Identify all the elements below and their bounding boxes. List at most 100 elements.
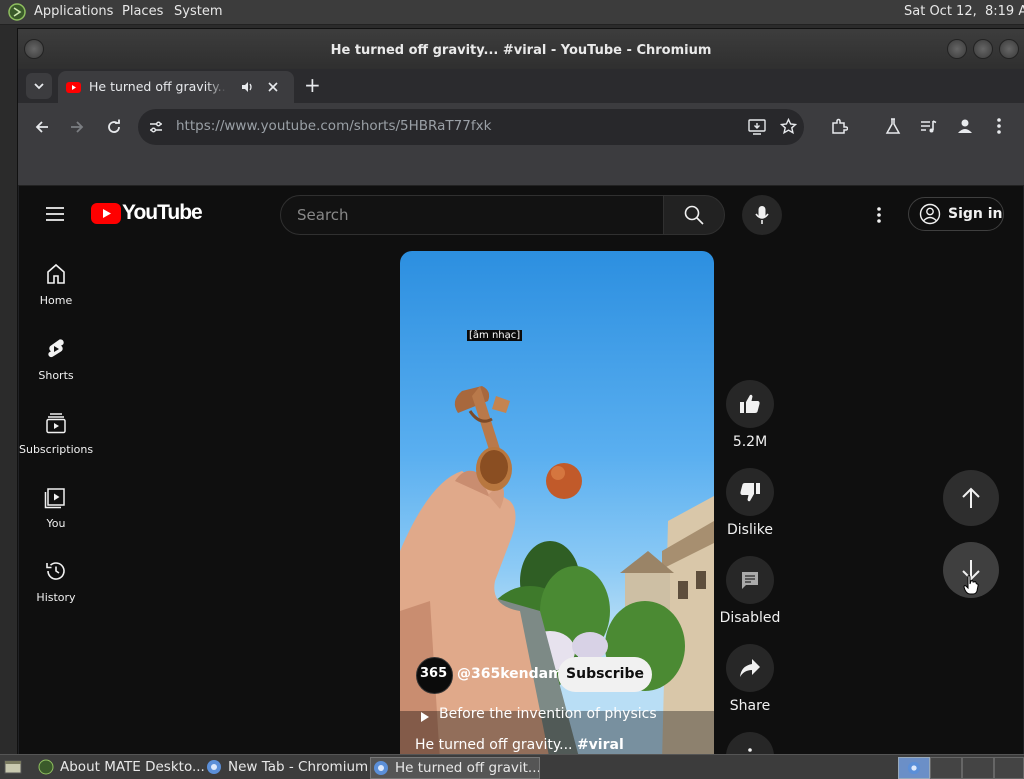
taskbar-item-youtube[interactable]: He turned off gravit... (370, 757, 540, 779)
top-panel: Applications Places System Sat Oct 12, 8… (0, 0, 1024, 25)
mate-icon (38, 759, 54, 775)
tab-title: He turned off gravity... #viral (89, 79, 227, 94)
play-sound-icon[interactable] (420, 708, 430, 727)
mate-logo-icon[interactable] (8, 3, 26, 21)
browser-window: He turned off gravity... #viral - YouTub… (17, 28, 1024, 756)
comment-icon (742, 572, 758, 589)
media-controls-icon[interactable] (920, 118, 937, 139)
youtube-favicon-icon (66, 82, 81, 93)
sound-label[interactable]: Before the invention of physics (439, 706, 657, 722)
subscriptions-icon (46, 413, 66, 434)
channel-name[interactable]: @365kendama (457, 666, 572, 682)
menu-places[interactable]: Places (122, 4, 163, 19)
short-video-player[interactable]: [âm nhạc] 365 @365kendama Subscribe Befo… (400, 251, 714, 754)
sidebar-item-shorts[interactable]: Shorts (19, 334, 93, 404)
sidebar-item-you[interactable]: You (19, 482, 93, 552)
sidebar-label-subscriptions: Subscriptions (19, 443, 94, 456)
sidebar-label-you: You (46, 517, 66, 530)
thumbs-up-icon (740, 394, 760, 413)
previous-short-button[interactable] (943, 470, 999, 526)
comments-button[interactable] (726, 556, 774, 604)
hamburger-menu-icon[interactable] (45, 206, 65, 226)
short-title: He turned off gravity... #viral (415, 737, 624, 753)
forward-icon[interactable] (69, 119, 85, 139)
shorts-icon (48, 339, 64, 358)
bookmark-star-icon[interactable] (779, 117, 798, 139)
address-bar[interactable]: https://www.youtube.com/shorts/5HBRaT77f… (138, 109, 804, 145)
browser-menu-icon[interactable] (996, 117, 1002, 139)
chromium-icon (907, 761, 921, 775)
panel-clock[interactable]: Sat Oct 12, 8:19 AM (904, 4, 1024, 19)
maximize-button[interactable] (973, 39, 993, 59)
window-menu-button[interactable] (24, 39, 44, 59)
channel-avatar[interactable]: 365 (416, 657, 453, 694)
workspace-2[interactable] (930, 757, 962, 779)
youtube-logo-text: YouTube (122, 201, 203, 224)
extensions-icon[interactable] (831, 118, 849, 139)
search-button[interactable] (663, 195, 725, 235)
voice-search-button[interactable] (742, 195, 782, 235)
menu-applications[interactable]: Applications (34, 4, 113, 19)
home-icon (47, 263, 65, 284)
show-desktop-icon[interactable] (4, 759, 22, 779)
tab-strip: He turned off gravity... #viral + (18, 69, 1024, 103)
taskbar-label-new-tab: New Tab - Chromium (228, 759, 369, 775)
microphone-icon (755, 206, 769, 224)
share-label: Share (729, 698, 771, 714)
browser-toolbar: https://www.youtube.com/shorts/5HBRaT77f… (18, 103, 1024, 151)
workspace-3[interactable] (962, 757, 994, 779)
bookmarks-bar (18, 151, 1024, 186)
window-titlebar[interactable]: He turned off gravity... #viral - YouTub… (18, 29, 1024, 69)
tab-active[interactable]: He turned off gravity... #viral (58, 71, 294, 103)
subscribe-button[interactable]: Subscribe (558, 657, 652, 692)
window-title: He turned off gravity... #viral - YouTub… (330, 43, 712, 58)
chromium-icon (374, 761, 388, 775)
speaker-icon[interactable] (240, 80, 254, 97)
share-button[interactable] (726, 644, 774, 692)
caption-text: [âm nhạc] (467, 330, 523, 341)
labs-flask-icon[interactable] (885, 118, 901, 139)
search-input[interactable]: Search (297, 206, 349, 224)
like-button[interactable] (726, 380, 774, 428)
thumbs-down-icon (740, 483, 760, 502)
site-settings-icon[interactable] (148, 119, 164, 139)
dislike-button[interactable] (726, 468, 774, 516)
sidebar-item-subscriptions[interactable]: Subscriptions (19, 408, 93, 478)
taskbar-label-about-mate: About MATE Deskto... (60, 759, 205, 775)
reload-icon[interactable] (106, 119, 122, 139)
install-app-icon[interactable] (748, 119, 766, 139)
sidebar-label-history: History (36, 591, 76, 604)
search-icon (684, 205, 704, 225)
minimize-button[interactable] (947, 39, 967, 59)
more-actions-button[interactable] (726, 732, 774, 754)
subscribe-label: Subscribe (566, 666, 644, 682)
account-circle-icon (919, 203, 941, 225)
workspace-switcher[interactable] (898, 757, 930, 779)
channel-badge-text: 365 (420, 666, 448, 681)
settings-kebab-icon[interactable] (876, 206, 882, 228)
comments-label: Disabled (719, 610, 781, 626)
taskbar-label-youtube: He turned off gravit... (395, 760, 540, 776)
tab-search-button[interactable] (26, 73, 52, 99)
sidebar-label-shorts: Shorts (38, 369, 74, 382)
you-icon (44, 488, 65, 509)
menu-system[interactable]: System (174, 4, 222, 19)
search-box[interactable]: Search (280, 195, 664, 235)
sidebar-item-history[interactable]: History (19, 556, 93, 626)
sidebar-item-home[interactable]: Home (19, 259, 93, 329)
taskbar-item-about-mate[interactable]: About MATE Deskto... (36, 757, 226, 777)
new-tab-button[interactable]: + (304, 73, 321, 97)
short-hashtag[interactable]: #viral (577, 737, 624, 753)
more-vert-icon (748, 748, 752, 752)
url-text: https://www.youtube.com/shorts/5HBRaT77f… (176, 118, 491, 134)
chevron-down-icon (34, 83, 44, 90)
workspace-4[interactable] (994, 757, 1024, 779)
profile-avatar-icon[interactable] (956, 117, 974, 139)
bottom-taskbar: About MATE Deskto... New Tab - Chromium … (0, 754, 1024, 779)
sign-in-button[interactable]: Sign in (908, 197, 1004, 231)
taskbar-item-new-tab[interactable]: New Tab - Chromium (204, 757, 392, 777)
back-icon[interactable] (34, 119, 50, 139)
close-tab-icon[interactable] (266, 80, 280, 97)
sign-in-label: Sign in (948, 206, 1003, 222)
close-window-button[interactable] (999, 39, 1019, 59)
